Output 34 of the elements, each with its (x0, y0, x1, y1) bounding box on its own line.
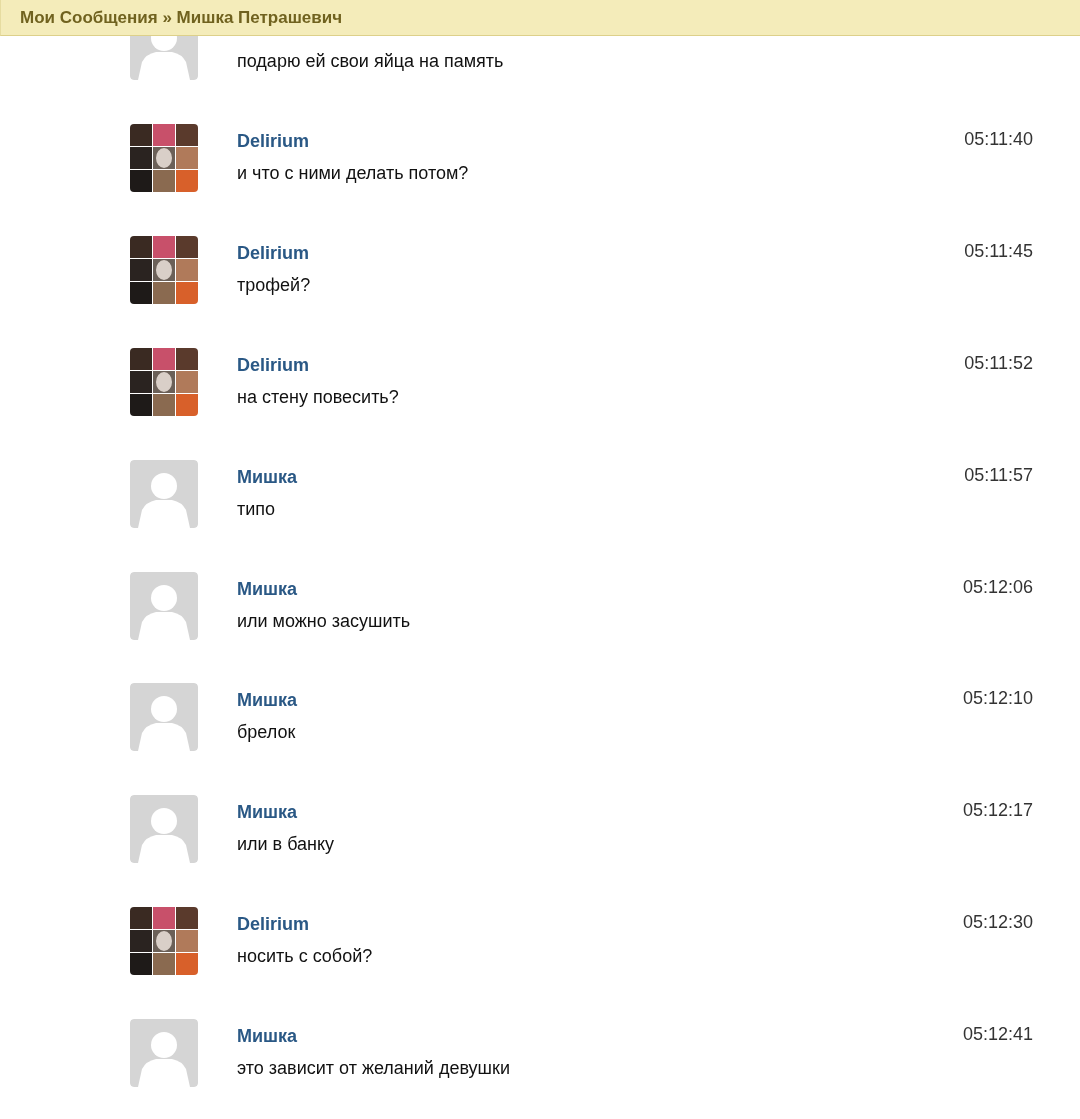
message-text: на стену повесить? (237, 385, 399, 409)
default-avatar-icon[interactable] (130, 683, 198, 752)
message-text: типо (237, 497, 276, 521)
message-time: 05:11:45 (964, 239, 1033, 263)
message-time: 05:11:52 (964, 351, 1033, 375)
default-avatar-icon[interactable] (130, 459, 198, 528)
default-avatar-icon[interactable] (130, 571, 198, 640)
message-text: или можно засушить (237, 609, 411, 633)
message-time: 05:11:40 (964, 127, 1033, 151)
breadcrumb-title[interactable]: Мои Сообщения » Мишка Петрашевич (20, 7, 343, 28)
message-text: это зависит от желаний девушки (237, 1057, 510, 1081)
sender-name[interactable]: Мишка (237, 1024, 298, 1049)
sender-name[interactable]: Delirium (237, 912, 310, 937)
message-time: 05:12:06 (962, 575, 1033, 599)
default-avatar-icon[interactable] (130, 1019, 198, 1088)
sender-name[interactable]: Delirium (237, 128, 310, 153)
sender-name[interactable]: Delirium (237, 240, 310, 265)
message-time: 05:12:10 (962, 687, 1033, 711)
sender-name[interactable]: Delirium (237, 352, 310, 377)
message-text: трофей? (237, 273, 311, 297)
default-avatar-icon[interactable] (130, 795, 198, 864)
sender-name[interactable]: Мишка (237, 576, 298, 601)
sender-name[interactable]: Мишка (237, 464, 298, 489)
message-text: или в банку (237, 833, 335, 857)
message-time: 05:11:57 (964, 463, 1033, 487)
sender-name[interactable]: Мишка (237, 800, 298, 825)
message-text: носить с собой? (237, 945, 373, 969)
message-text: и что с ними делать потом? (237, 161, 469, 185)
message-text: брелок (237, 721, 296, 745)
message-time: 05:12:41 (962, 1023, 1033, 1047)
message-text: подарю ей свои яйца на память (237, 50, 504, 73)
message-time: 05:12:30 (962, 911, 1033, 935)
sender-name[interactable]: Мишка (237, 688, 298, 713)
message-time: 05:12:17 (962, 799, 1033, 823)
